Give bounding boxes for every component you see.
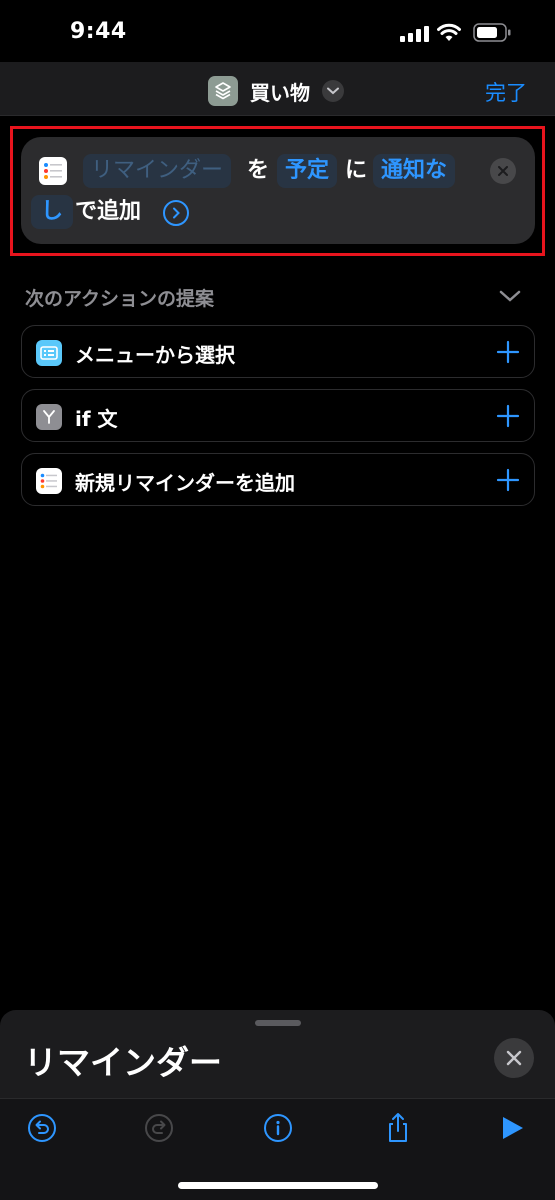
- chevron-right-icon[interactable]: [163, 200, 189, 226]
- status-bar: 9:44: [0, 0, 555, 60]
- plus-icon[interactable]: [496, 340, 520, 364]
- clear-icon[interactable]: [490, 158, 516, 184]
- sheet-grabber[interactable]: [255, 1020, 301, 1026]
- reminders-icon: [39, 157, 67, 185]
- list-parameter[interactable]: 予定: [277, 154, 338, 188]
- action-text-add: で追加: [75, 199, 142, 224]
- suggestion-add-new-reminder[interactable]: 新規リマインダーを追加: [21, 453, 535, 506]
- sheet-title: リマインダー: [24, 1043, 222, 1082]
- add-reminder-action-card[interactable]: リマインダー を 予定 に 通知な し で追加: [21, 137, 535, 244]
- suggestion-label: メニューから選択: [75, 343, 235, 367]
- suggestion-if[interactable]: if 文: [21, 389, 535, 442]
- branch-icon: [36, 404, 62, 430]
- suggestion-label: if 文: [75, 407, 118, 431]
- shortcut-layers-icon[interactable]: [208, 76, 238, 106]
- nav-bar: 買い物 完了: [0, 62, 555, 116]
- menu-icon: [36, 340, 62, 366]
- wifi-icon: [437, 23, 461, 41]
- alert-parameter-continued[interactable]: し: [31, 195, 74, 229]
- suggestion-choose-from-menu[interactable]: メニューから選択: [21, 325, 535, 378]
- action-text-ni: に: [345, 158, 368, 183]
- reminders-icon: [36, 468, 62, 494]
- bottom-sheet: リマインダー: [0, 1010, 555, 1200]
- done-button[interactable]: 完了: [485, 77, 527, 107]
- plus-icon[interactable]: [496, 404, 520, 428]
- chevron-down-icon[interactable]: [498, 288, 522, 304]
- battery-icon: [473, 23, 511, 42]
- plus-icon[interactable]: [496, 468, 520, 492]
- suggestions-header: 次のアクションの提案: [25, 288, 215, 310]
- home-indicator[interactable]: [178, 1182, 378, 1189]
- chevron-down-icon[interactable]: [322, 80, 344, 102]
- cellular-signal-icon: [400, 26, 429, 42]
- redo-icon[interactable]: [142, 1111, 176, 1145]
- undo-icon[interactable]: [25, 1111, 59, 1145]
- play-icon[interactable]: [495, 1111, 529, 1145]
- share-icon[interactable]: [381, 1111, 415, 1145]
- alert-parameter[interactable]: 通知な: [373, 154, 456, 188]
- close-icon[interactable]: [494, 1038, 534, 1078]
- action-text-wo: を: [247, 158, 270, 183]
- shortcut-title[interactable]: 買い物: [250, 77, 310, 106]
- status-time: 9:44: [70, 19, 127, 44]
- suggestion-label: 新規リマインダーを追加: [75, 471, 295, 495]
- reminder-parameter[interactable]: リマインダー: [83, 154, 232, 188]
- info-icon[interactable]: [261, 1111, 295, 1145]
